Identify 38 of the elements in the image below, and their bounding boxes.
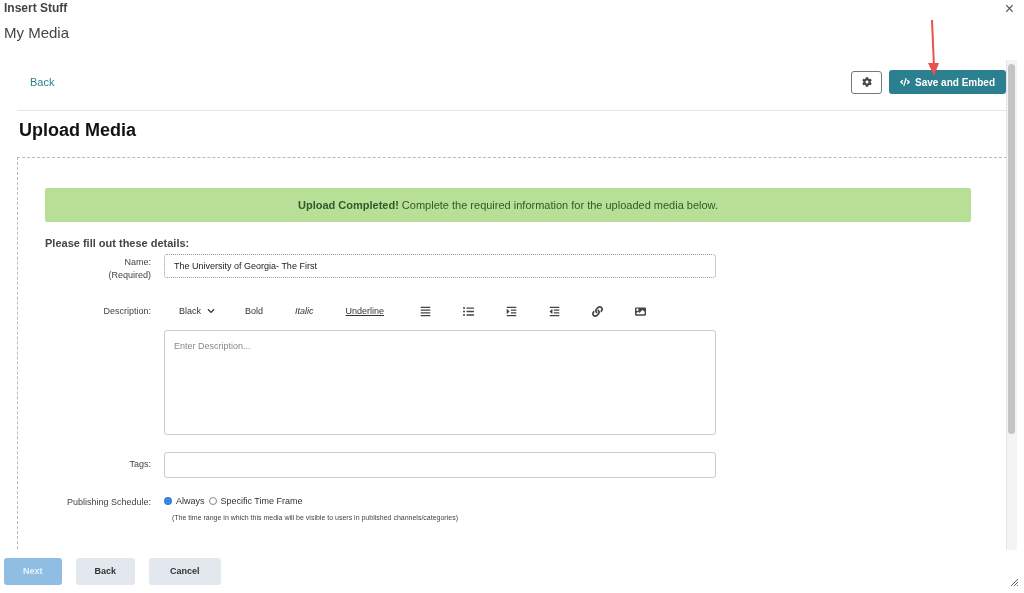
arrow-drawing <box>925 19 941 77</box>
schedule-label: Publishing Schedule: <box>65 496 151 509</box>
window-subtitle: My Media <box>4 24 71 41</box>
scrollbar-thumb[interactable] <box>1008 64 1015 434</box>
description-field[interactable]: Enter Description... <box>164 330 716 435</box>
bold-tool[interactable]: Bold <box>245 306 264 316</box>
link-tool[interactable] <box>592 305 604 317</box>
image-tool[interactable] <box>635 305 647 317</box>
list-tool[interactable] <box>463 305 475 317</box>
settings-icon <box>861 77 872 87</box>
form-heading: Please fill out these details: <box>45 237 191 249</box>
radio-button[interactable] <box>208 497 217 505</box>
footer-button[interactable]: Cancel <box>149 557 221 585</box>
tags-label: Tags: <box>128 458 151 471</box>
name-input[interactable]: The University of Georgia- The First <box>164 254 716 278</box>
description-label: Description: <box>102 305 151 318</box>
italic-tool[interactable]: Italic <box>295 306 314 316</box>
radio-label: Always <box>176 496 205 506</box>
color-dropdown[interactable]: Black <box>179 306 215 316</box>
save-and-embed-button[interactable]: Save and Embed <box>889 70 1006 94</box>
resize-grip-icon[interactable] <box>1010 578 1019 587</box>
outdent-tool[interactable] <box>549 305 561 317</box>
window-title: Insert Stuff <box>4 1 68 15</box>
page-title: Upload Media <box>19 120 137 141</box>
close-button[interactable]: × <box>1000 0 1018 18</box>
upload-banner: Upload Completed! Complete the required information for the uploaded media below. <box>45 188 971 222</box>
radio-label: Specific Time Frame <box>220 496 303 506</box>
back-link[interactable]: Back <box>30 76 55 88</box>
align-tool[interactable] <box>420 305 432 317</box>
indent-tool[interactable] <box>506 305 518 317</box>
settings-button[interactable] <box>851 70 882 94</box>
underline-tool[interactable]: Underline <box>345 306 385 316</box>
radio-button[interactable] <box>164 497 172 505</box>
chevron-icon <box>207 307 215 315</box>
footer-button[interactable]: Back <box>75 557 136 585</box>
tags-field[interactable] <box>164 452 716 478</box>
code-icon <box>900 77 910 87</box>
name-label: Name: (Required) <box>107 256 151 282</box>
